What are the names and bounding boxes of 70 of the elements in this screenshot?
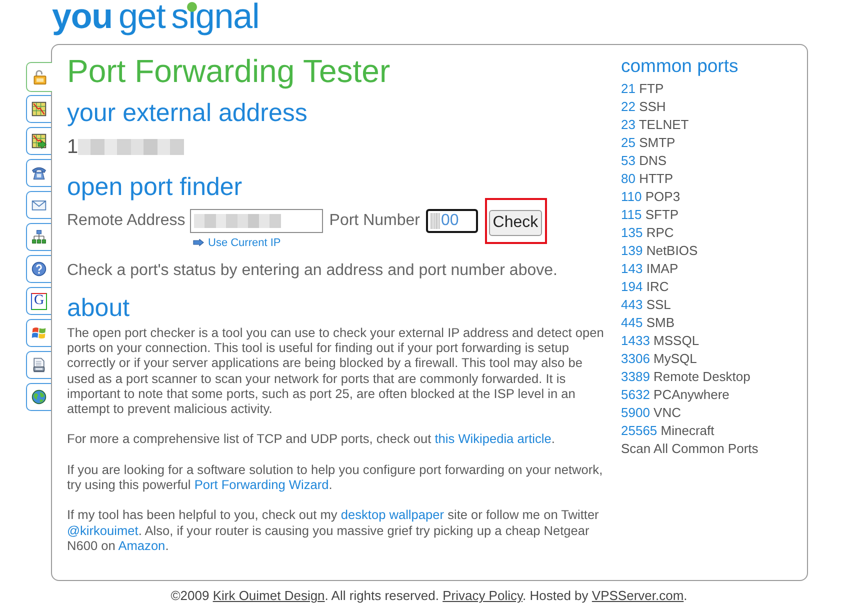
port-link[interactable]: 80 HTTP (621, 170, 674, 188)
logo-word[interactable]: get (118, 0, 166, 37)
about-paragraph: The open port checker is a tool you can use to check your external IP address and detect open ports on your connection. This tool is useful for finding out if your port forwarding is setup correctly or if your server applications are being blocked by a firewall. This tool may also be used as a port scanner to scan your network for ports that are commonly forwarded. It is important to note that some ports, such as port 25, are often blocked at the ISP level in an attempt to prevent malicious activity. (67, 325, 605, 416)
about-paragraph: If my tool has been helpful to you, check out my desktop wallpaper site or follow me on Twitter @kirkouimet. Also, if your router is causing you massive grief try picking up a cheap Netgear N600 on Amazon. (67, 507, 600, 553)
page-title: Port Forwarding Tester (67, 53, 392, 89)
text-link[interactable]: @kirkouimet (67, 522, 138, 538)
port-link[interactable]: 143 IMAP (621, 260, 678, 278)
port-link[interactable]: 3306 MySQL (621, 350, 697, 368)
port-link[interactable]: 139 NetBIOS (621, 242, 698, 260)
padlock-icon (32, 69, 48, 85)
port-link[interactable]: 1433 MSSQL (621, 332, 700, 350)
side-heading: common ports (621, 55, 740, 77)
dot-icon (187, 2, 197, 12)
port-link[interactable]: 110 POP3 (621, 188, 680, 206)
side-tab[interactable] (26, 383, 51, 411)
side-tab[interactable] (26, 159, 51, 187)
port-link[interactable]: 443 SSL (621, 296, 671, 314)
section-heading: open port finder (67, 172, 244, 202)
check-button[interactable]: Check (488, 210, 542, 236)
status-text: Check a port's status by entering an address and port number above. (67, 261, 558, 281)
chart-arrow-icon (31, 133, 47, 149)
side-tab[interactable] (26, 319, 51, 347)
text-link[interactable]: Amazon (118, 538, 166, 553)
chart-icon (31, 101, 47, 117)
port-link[interactable]: 25565 Minecraft (621, 422, 714, 440)
port-link[interactable]: 53 DNS (621, 152, 667, 170)
port-link[interactable]: 115 SFTP (621, 206, 679, 224)
port-link[interactable]: 194 IRC (621, 278, 669, 296)
about-paragraph: For more a comprehensive list of TCP and UDP ports, check out this Wikipedia article. (67, 431, 556, 447)
footer-link[interactable]: VPSServer.com (592, 588, 684, 603)
port-link[interactable]: 5632 PCAnywhere (621, 386, 730, 404)
port-link[interactable]: 21 FTP (621, 80, 664, 98)
port-link[interactable]: 445 SMB (621, 314, 674, 332)
side-tab[interactable] (26, 127, 51, 155)
port-link[interactable]: 25 SMTP (621, 134, 676, 152)
globe-icon (31, 389, 47, 405)
telephone-icon (31, 165, 47, 181)
remote-address-field[interactable] (190, 209, 324, 233)
side-tab[interactable] (26, 95, 51, 123)
port-link[interactable]: 3389 Remote Desktop (621, 368, 750, 386)
network-tree-icon (31, 229, 47, 245)
side-tab[interactable] (26, 191, 51, 219)
ip-address-text: 1 (67, 135, 78, 159)
side-tab[interactable] (26, 255, 51, 283)
section-heading: about (67, 293, 131, 323)
port-link[interactable]: 135 RPC (621, 224, 674, 242)
port-link[interactable]: 22 SSH (621, 98, 666, 116)
document-icon (31, 357, 47, 373)
footer-text: ©2009 Kirk Ouimet Design. All rights reserved. Privacy Policy. Hosted by VPSServer.com. (170, 588, 688, 604)
port-link[interactable]: 23 TELNET (621, 116, 689, 134)
about-paragraph: If you are looking for a software solution to help you configure port forwarding on your network, try using this powerful Port Forwarding Wizard. (67, 462, 604, 492)
flag-icon (31, 325, 47, 341)
scan-all-link[interactable]: Scan All Common Ports (621, 440, 758, 458)
footer-link[interactable]: Kirk Ouimet Design (212, 588, 325, 603)
field-label: Remote Address (67, 211, 186, 231)
arrow-icon (193, 239, 204, 247)
side-tab[interactable] (26, 223, 51, 251)
logo-word[interactable]: signal (171, 0, 260, 37)
section-heading: your external address (67, 98, 308, 128)
use-current-ip-link[interactable]: Use Current IP (193, 236, 281, 250)
port-link[interactable]: 5900 VNC (621, 404, 681, 422)
logo-word[interactable]: you (52, 0, 112, 37)
text-link[interactable]: Port Forwarding Wizard (194, 477, 329, 492)
help-icon (31, 261, 47, 277)
side-tab[interactable] (26, 351, 51, 379)
field-label: Port Number (329, 211, 420, 231)
footer-link[interactable]: Privacy Policy (442, 588, 523, 603)
side-tab[interactable]: G (26, 287, 51, 315)
text-link[interactable]: this Wikipedia article (434, 431, 552, 446)
text-link[interactable]: desktop wallpaper (340, 507, 444, 522)
